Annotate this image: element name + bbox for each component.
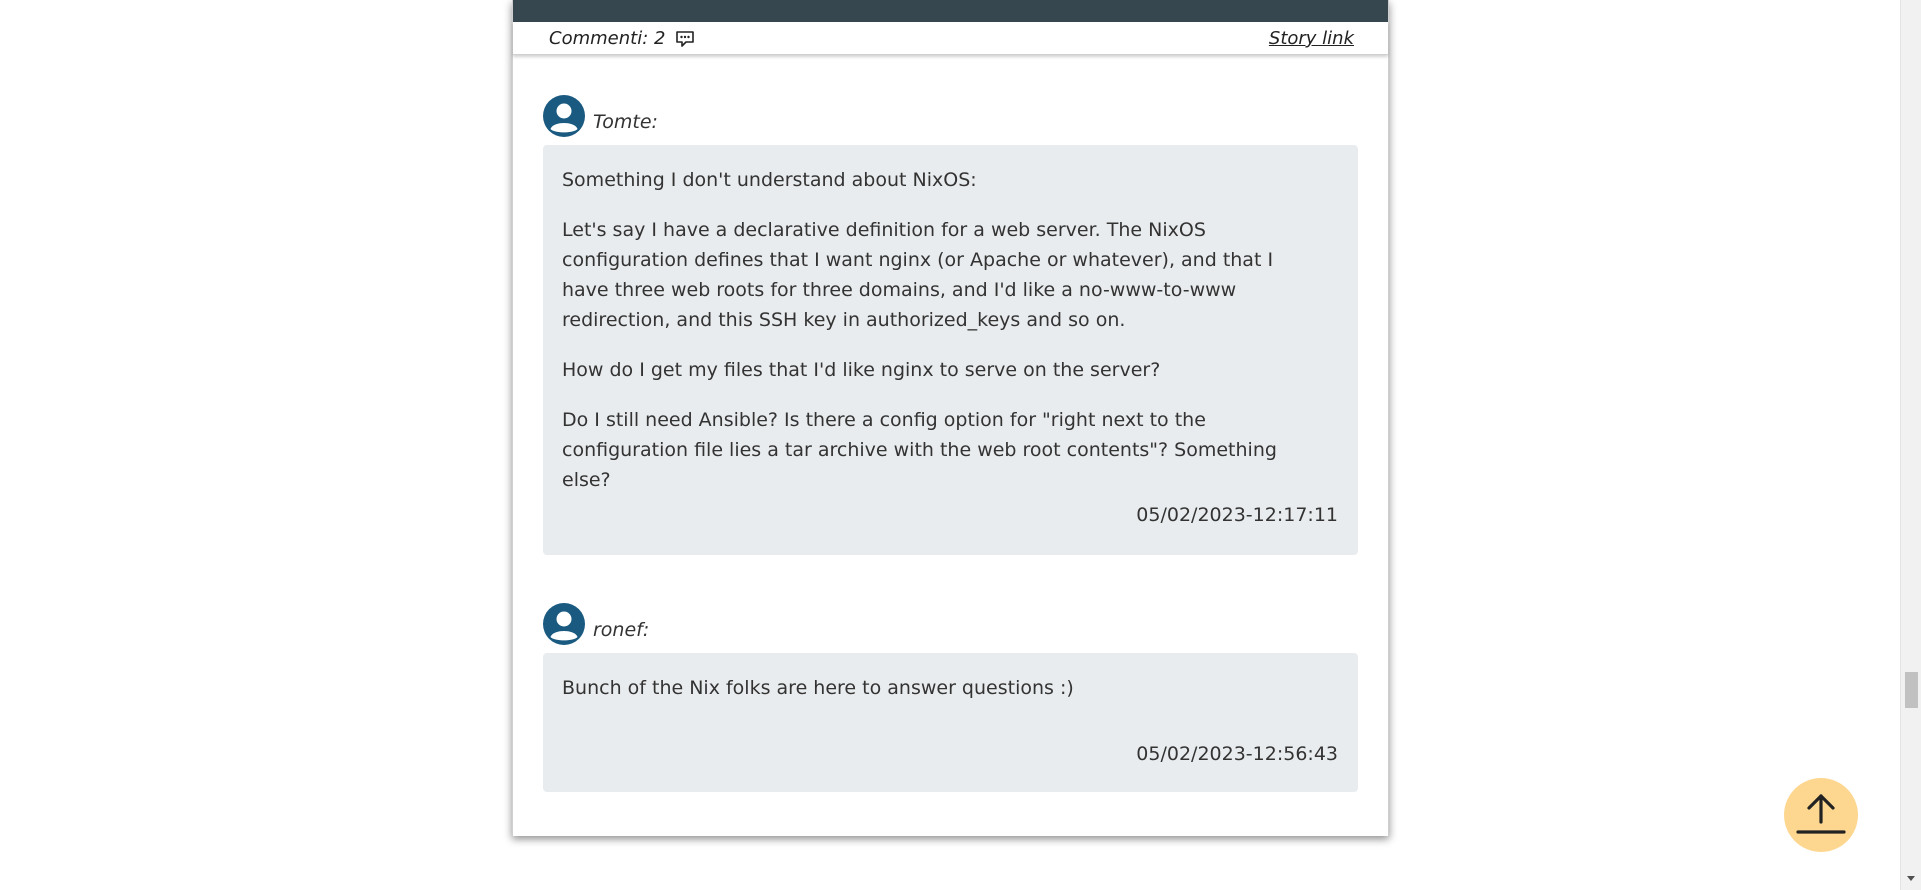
article-card: Commenti: 2 Story link Tomte: Something …	[512, 0, 1389, 836]
comment-author: ronef:	[593, 619, 650, 641]
comment-timestamp: 05/02/2023-12:56:43	[1136, 743, 1338, 765]
comment-box: Something I don't understand about NixOS…	[543, 145, 1358, 555]
comment-count-label: Commenti: 2	[549, 28, 666, 49]
comment-author: Tomte:	[593, 111, 658, 133]
vertical-scrollbar[interactable]	[1900, 0, 1921, 890]
article-meta-row: Commenti: 2 Story link	[513, 22, 1388, 55]
comment-timestamp: 05/02/2023-12:17:11	[1136, 504, 1338, 526]
comment-body: Something I don't understand about NixOS…	[562, 165, 1320, 515]
arrow-up-icon	[1796, 794, 1846, 834]
comment-paragraph: Do I still need Ansible? Is there a conf…	[562, 409, 1277, 491]
article-header-bar	[513, 0, 1388, 22]
page: Commenti: 2 Story link Tomte: Something …	[0, 0, 1921, 890]
comment-paragraph: How do I get my files that I'd like ngin…	[562, 359, 1161, 381]
comment-body: Bunch of the Nix folks are here to answe…	[562, 673, 1320, 723]
comment-paragraph: Let's say I have a declarative definitio…	[562, 219, 1274, 331]
comment-author-row: Tomte:	[543, 95, 1358, 139]
user-avatar-icon	[543, 603, 585, 645]
comment-paragraph: Something I don't understand about NixOS…	[562, 169, 977, 191]
comment-icon[interactable]	[675, 30, 695, 48]
scrollbar-thumb[interactable]	[1905, 672, 1918, 708]
scroll-to-top-button[interactable]	[1784, 778, 1858, 852]
story-link[interactable]: Story link	[1269, 28, 1354, 49]
comment-paragraph: Bunch of the Nix folks are here to answe…	[562, 677, 1074, 699]
comment-count: Commenti: 2	[549, 28, 695, 49]
scroll-down-arrow-icon[interactable]	[1907, 876, 1915, 881]
comment-item: ronef: Bunch of the Nix folks are here t…	[543, 603, 1358, 793]
comment-box: Bunch of the Nix folks are here to answe…	[543, 653, 1358, 792]
comment-author-row: ronef:	[543, 603, 1358, 647]
user-avatar-icon	[543, 95, 585, 137]
comment-item: Tomte: Something I don't understand abou…	[543, 95, 1358, 555]
